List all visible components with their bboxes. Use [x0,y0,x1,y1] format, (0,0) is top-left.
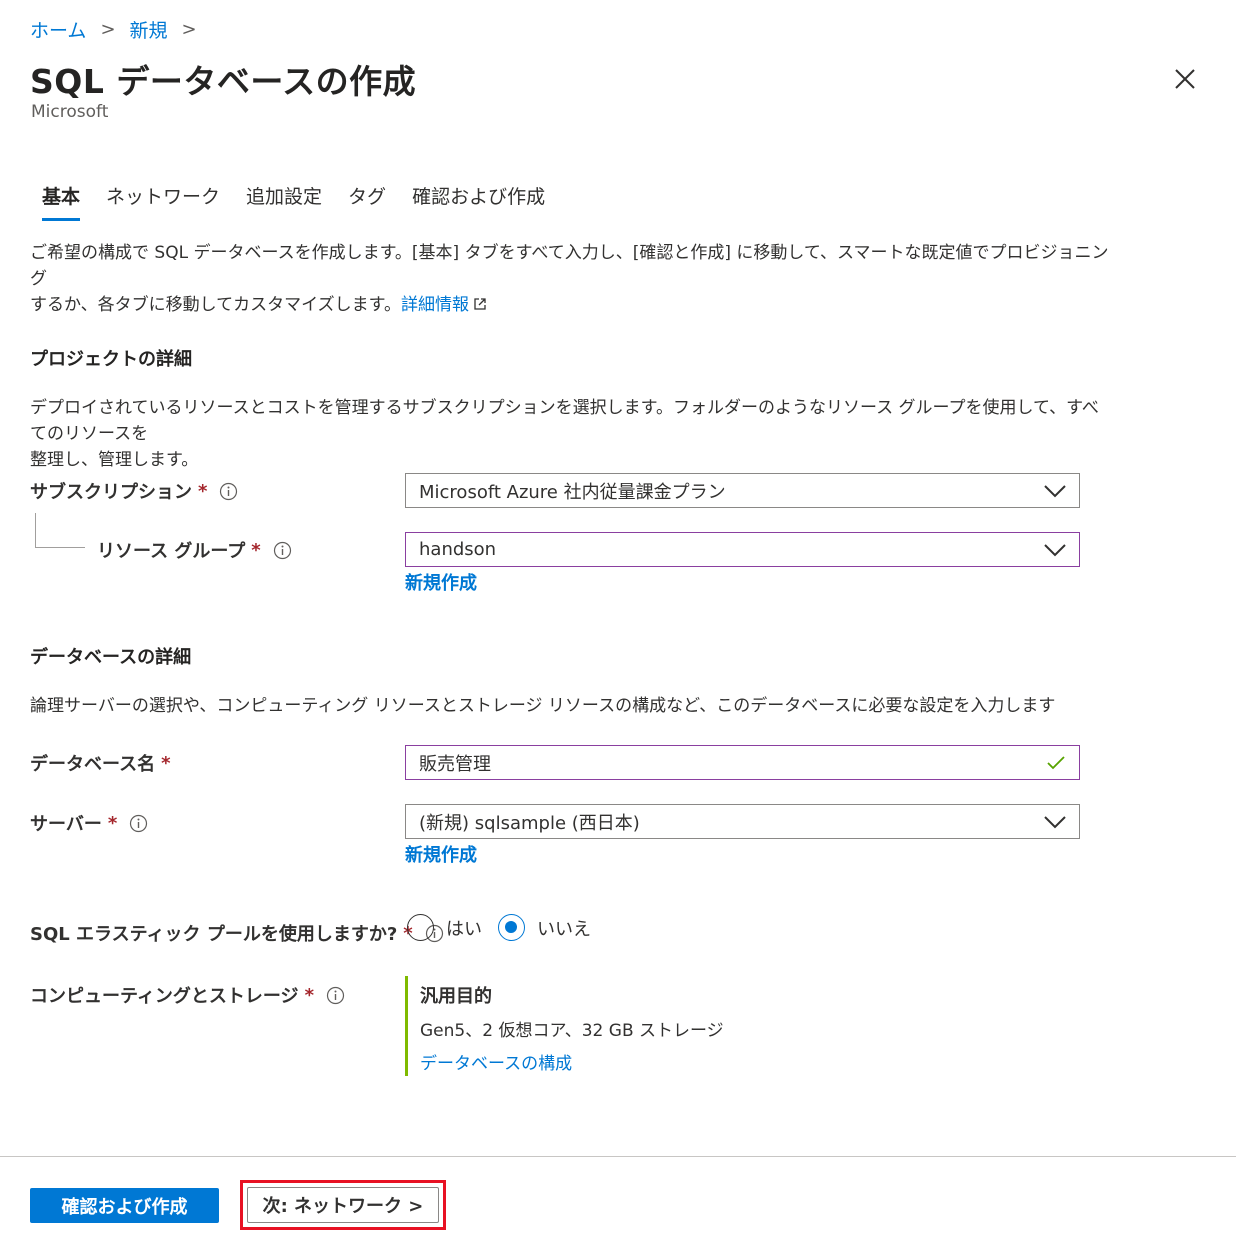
page-title: SQL データベースの作成 [30,62,417,101]
resource-group-label: リソース グループ * [97,537,292,563]
configure-database-link[interactable]: データベースの構成 [420,1049,805,1074]
resource-group-dropdown[interactable]: handson [405,532,1080,567]
checkmark-icon [1047,755,1065,769]
required-mark: * [251,539,261,561]
project-desc-line-2: 整理し、管理します。 [30,450,199,470]
elastic-pool-no-label[interactable]: いいえ [537,915,591,941]
subscription-label: サブスクリプション * [30,478,238,504]
intro-text: ご希望の構成で SQL データベースを作成します。[基本] タブをすべて入力し、… [30,240,1110,318]
close-icon[interactable] [1172,66,1198,92]
external-link-icon [474,298,486,310]
elastic-pool-no-radio[interactable] [498,914,525,941]
chevron-down-icon [1044,815,1066,828]
server-label: サーバー * [30,810,148,836]
tab-review-create[interactable]: 確認および作成 [400,182,557,222]
project-details-heading: プロジェクトの詳細 [30,349,192,370]
elastic-pool-yes-label[interactable]: はい [446,915,482,941]
breadcrumb-separator: > [100,19,116,40]
database-description: 論理サーバーの選択や、コンピューティング リソースとストレージ リソースの構成な… [30,696,1056,716]
required-mark: * [198,480,208,502]
elastic-pool-label-text: SQL エラスティック プールを使用しますか? [30,924,398,945]
server-value: (新規) sqlsample (西日本) [419,812,640,834]
resource-group-create-new-link[interactable]: 新規作成 [405,569,477,595]
required-mark: * [161,752,171,774]
publisher-label: Microsoft [31,102,109,122]
breadcrumb-separator: > [181,19,197,40]
tree-connector [35,513,85,548]
tab-additional-settings[interactable]: 追加設定 [234,182,334,222]
info-icon[interactable] [219,482,238,501]
subscription-value: Microsoft Azure 社内従量課金プラン [419,481,726,503]
tab-network[interactable]: ネットワーク [94,182,232,222]
compute-storage-label: コンピューティングとストレージ * [30,982,345,1008]
elastic-pool-label: SQL エラスティック プールを使用しますか? * [30,920,444,946]
review-create-button[interactable]: 確認および作成 [30,1188,219,1223]
tab-tags[interactable]: タグ [336,182,398,222]
database-name-label: データベース名 * [30,750,171,776]
info-icon[interactable] [129,814,148,833]
compute-tier: 汎用目的 [420,986,492,1007]
database-name-label-text: データベース名 [30,754,156,775]
project-description: デプロイされているリソースとコストを管理するサブスクリプションを選択します。フォ… [30,395,1110,473]
breadcrumb-new-link[interactable]: 新規 [130,16,168,43]
project-desc-line-1: デプロイされているリソースとコストを管理するサブスクリプションを選択します。フォ… [30,398,1099,444]
learn-more-link[interactable]: 詳細情報 [401,295,469,315]
subscription-label-text: サブスクリプション [30,482,192,503]
intro-line-2: するか、各タブに移動してカスタマイズします。詳細情報 [30,292,1110,318]
tab-bar: 基本 ネットワーク 追加設定 タグ 確認および作成 [30,182,557,222]
elastic-pool-radio-group: はい いいえ [407,914,607,941]
server-label-text: サーバー [30,814,102,835]
info-icon[interactable] [326,986,345,1005]
database-details-heading: データベースの詳細 [30,647,192,668]
compute-spec: Gen5、2 仮想コア、32 GB ストレージ [420,1021,724,1041]
server-dropdown[interactable]: (新規) sqlsample (西日本) [405,804,1080,839]
database-name-input[interactable]: 販売管理 [405,745,1080,780]
subscription-dropdown[interactable]: Microsoft Azure 社内従量課金プラン [405,473,1080,508]
breadcrumb: ホーム > 新規 > [30,16,203,43]
footer-divider [0,1156,1236,1157]
elastic-pool-yes-radio[interactable] [407,914,434,941]
tab-basics[interactable]: 基本 [30,182,92,222]
resource-group-value: handson [419,539,497,560]
chevron-down-icon [1044,543,1066,556]
compute-storage-label-text: コンピューティングとストレージ [30,986,299,1007]
database-name-value: 販売管理 [419,753,491,775]
required-mark: * [107,812,118,834]
next-network-button[interactable]: 次: ネットワーク > [247,1187,439,1223]
resource-group-label-text: リソース グループ [97,541,246,562]
intro-line-1: ご希望の構成で SQL データベースを作成します。[基本] タブをすべて入力し、… [30,243,1109,289]
intro-line-2-text: するか、各タブに移動してカスタマイズします。 [30,295,401,315]
required-mark: * [304,984,314,1006]
server-create-new-link[interactable]: 新規作成 [405,841,477,867]
info-icon[interactable] [273,541,292,560]
compute-storage-summary: 汎用目的 Gen5、2 仮想コア、32 GB ストレージ データベースの構成 [405,976,805,1076]
chevron-down-icon [1044,484,1066,497]
breadcrumb-home-link[interactable]: ホーム [30,16,86,43]
